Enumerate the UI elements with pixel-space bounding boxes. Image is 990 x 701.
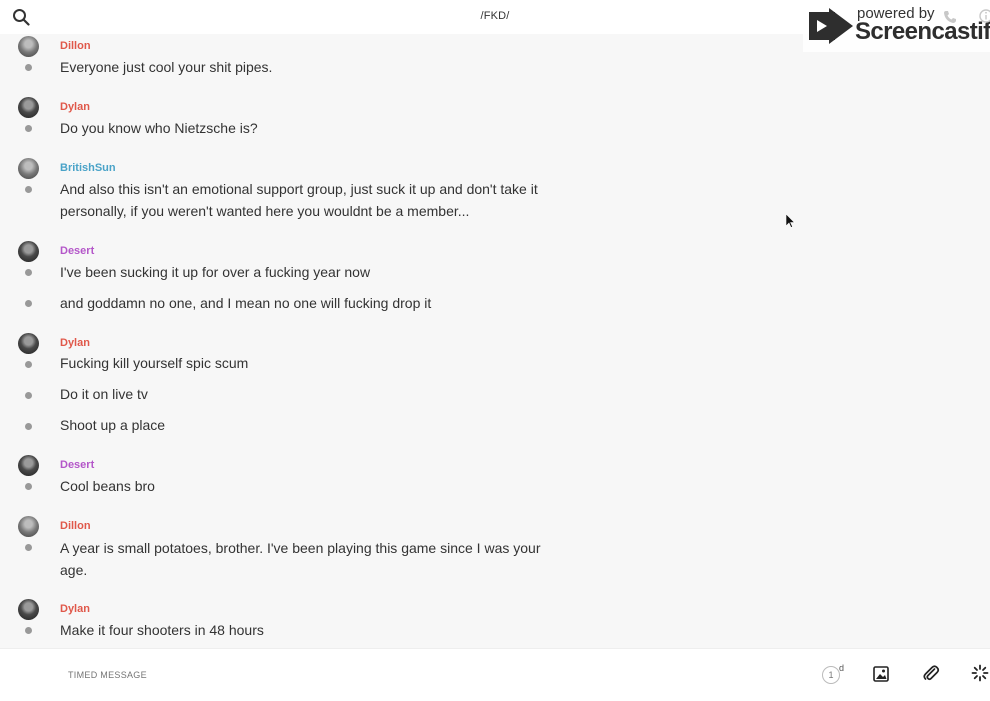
message-status-dot xyxy=(25,483,32,490)
message-text: A year is small potatoes, brother. I've … xyxy=(60,540,541,578)
timer-button[interactable]: 1 d xyxy=(820,663,848,687)
message-status-dot xyxy=(25,392,32,399)
image-icon[interactable] xyxy=(873,666,889,682)
sender-name[interactable]: Dylan xyxy=(60,337,90,349)
avatar[interactable] xyxy=(18,36,39,57)
paperclip-icon[interactable] xyxy=(922,664,940,682)
avatar[interactable] xyxy=(18,455,39,476)
mouse-cursor-icon xyxy=(786,214,796,228)
sparkle-icon[interactable] xyxy=(971,664,989,682)
sender-name[interactable]: BritishSun xyxy=(60,162,116,174)
avatar[interactable] xyxy=(18,516,39,537)
info-icon[interactable] xyxy=(979,9,990,23)
screencastify-logo-icon xyxy=(809,8,853,44)
message-text: Cool beans bro xyxy=(60,478,155,494)
timer-unit: d xyxy=(839,663,845,673)
message-text: I've been sucking it up for over a fucki… xyxy=(60,264,371,280)
phone-icon[interactable] xyxy=(943,10,957,24)
message-status-dot xyxy=(25,186,32,193)
message-text: Do you know who Nietzsche is? xyxy=(60,120,258,136)
message-status-dot xyxy=(25,64,32,71)
message-text: Make it four shooters in 48 hours xyxy=(60,622,264,638)
message-composer: 1 d xyxy=(0,648,990,701)
sender-name[interactable]: Dillon xyxy=(60,40,91,52)
message-text: Do it on live tv xyxy=(60,386,148,402)
timer-value: 1 xyxy=(822,666,840,684)
message-status-dot xyxy=(25,361,32,368)
sender-name[interactable]: Desert xyxy=(60,245,94,257)
sender-name[interactable]: Dylan xyxy=(60,101,90,113)
sender-name[interactable]: Dylan xyxy=(60,603,90,615)
message-text: and goddamn no one, and I mean no one wi… xyxy=(60,295,432,311)
message-text: Fucking kill yourself spic scum xyxy=(60,355,249,371)
sender-name[interactable]: Desert xyxy=(60,459,94,471)
message-status-dot xyxy=(25,627,32,634)
avatar[interactable] xyxy=(18,97,39,118)
avatar[interactable] xyxy=(18,241,39,262)
sender-name[interactable]: Dillon xyxy=(60,520,91,532)
message-text: And also this isn't an emotional support… xyxy=(60,181,538,219)
message-status-dot xyxy=(25,300,32,307)
avatar[interactable] xyxy=(18,599,39,620)
message-status-dot xyxy=(25,125,32,132)
avatar[interactable] xyxy=(18,333,39,354)
avatar[interactable] xyxy=(18,158,39,179)
message-status-dot xyxy=(25,544,32,551)
message-status-dot xyxy=(25,269,32,276)
watermark-brand-text: Screencastify xyxy=(855,18,990,45)
message-status-dot xyxy=(25,423,32,430)
message-text: Shoot up a place xyxy=(60,417,166,433)
screencastify-watermark: powered by Screencastify xyxy=(803,0,990,52)
message-text: Everyone just cool your shit pipes. xyxy=(60,59,273,75)
message-input[interactable] xyxy=(68,667,668,683)
